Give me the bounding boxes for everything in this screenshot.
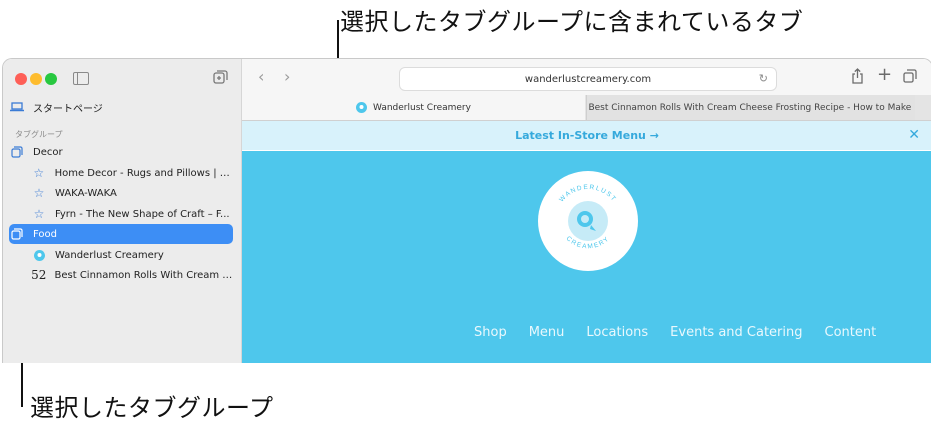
tab-wanderlust-creamery[interactable]: Wanderlust Creamery [242,95,585,120]
tab-group-icon [9,228,25,240]
sidebar-tab-waka-waka[interactable]: ☆ WAKA-WAKA [9,183,233,203]
sidebar-item-food-group[interactable]: Food [9,224,233,244]
tab-bar: Wanderlust Creamery 52 Best Cinnamon Rol… [242,95,931,121]
star-icon: ☆ [33,207,45,221]
tab-title: Wanderlust Creamery [373,102,471,113]
zoom-window-button[interactable] [45,73,57,85]
minimize-window-button[interactable] [30,73,42,85]
tab-title: Best Cinnamon Rolls With Cream Cheese Fr… [588,102,915,113]
annotation-tabs-in-group: 選択したタブグループに含まれているタブ [340,8,804,36]
sidebar: スタートページ タブグループ Decor ☆ Home Decor - Rugs… [3,59,242,363]
sidebar-item-label: スタートページ [33,103,103,115]
sidebar-toggle-icon[interactable] [73,72,89,85]
sidebar-item-label: Best Cinnamon Rolls With Cream C... [54,269,234,281]
new-tab-group-icon[interactable] [213,70,228,85]
site-hero: WANDERLUST CREAMERY Shop Menu Locations … [242,151,931,363]
nav-shop[interactable]: Shop [474,325,507,340]
sidebar-tab-cinnamon-rolls[interactable]: 52 Best Cinnamon Rolls With Cream C... [9,265,233,285]
browser-toolbar: ‹ › wanderlustcreamery.com ↻ + [242,59,931,95]
sidebar-item-label: Decor [33,146,63,158]
promo-banner: Latest In-Store Menu → ✕ [242,121,931,150]
star-icon: ☆ [33,166,45,180]
close-banner-icon[interactable]: ✕ [908,127,920,143]
reload-icon[interactable]: ↻ [759,72,768,85]
wanderlust-logo[interactable]: WANDERLUST CREAMERY [536,169,640,273]
nav-events-catering[interactable]: Events and Catering [670,325,802,340]
site-52-favicon-icon: 52 [31,268,47,282]
nav-content[interactable]: Content [825,325,877,340]
sidebar-item-label: Fyrn - The New Shape of Craft – F... [55,208,230,220]
wanderlust-favicon-icon [31,249,47,261]
sidebar-item-label: WAKA-WAKA [55,187,117,199]
sidebar-tab-fyrn[interactable]: ☆ Fyrn - The New Shape of Craft – F... [9,204,233,224]
sidebar-tab-wanderlust[interactable]: Wanderlust Creamery [9,245,233,265]
sidebar-tab-home-decor[interactable]: ☆ Home Decor - Rugs and Pillows | M... [9,163,233,183]
new-tab-plus-icon[interactable]: + [877,66,892,84]
tab-groups-section-label: タブグループ [15,130,63,139]
wanderlust-favicon-icon [356,102,368,113]
url-text: wanderlustcreamery.com [524,73,652,85]
nav-menu[interactable]: Menu [529,325,565,340]
back-chevron-icon[interactable]: ‹ [258,67,264,86]
sidebar-item-start-page[interactable]: スタートページ [9,97,233,117]
sidebar-item-decor-group[interactable]: Decor [9,142,233,162]
nav-locations[interactable]: Locations [586,325,648,340]
forward-chevron-icon[interactable]: › [284,67,290,86]
safari-window: スタートページ タブグループ Decor ☆ Home Decor - Rugs… [2,58,931,363]
sidebar-item-label: Home Decor - Rugs and Pillows | M... [54,167,233,179]
annotation-selected-group: 選択したタブグループ [30,394,274,422]
star-icon: ☆ [33,186,45,200]
laptop-icon [9,102,25,112]
tab-cinnamon-rolls[interactable]: 52 Best Cinnamon Rolls With Cream Cheese… [586,95,915,120]
tab-overview-icon[interactable] [903,69,917,83]
close-window-button[interactable] [15,73,27,85]
site-nav: Shop Menu Locations Events and Catering … [474,325,876,340]
address-bar[interactable]: wanderlustcreamery.com ↻ [399,67,777,91]
share-icon[interactable] [851,68,864,84]
latest-menu-link[interactable]: Latest In-Store Menu → [515,129,659,142]
tab-group-icon [9,146,25,158]
sidebar-item-label: Food [33,228,57,240]
sidebar-item-label: Wanderlust Creamery [55,249,164,261]
